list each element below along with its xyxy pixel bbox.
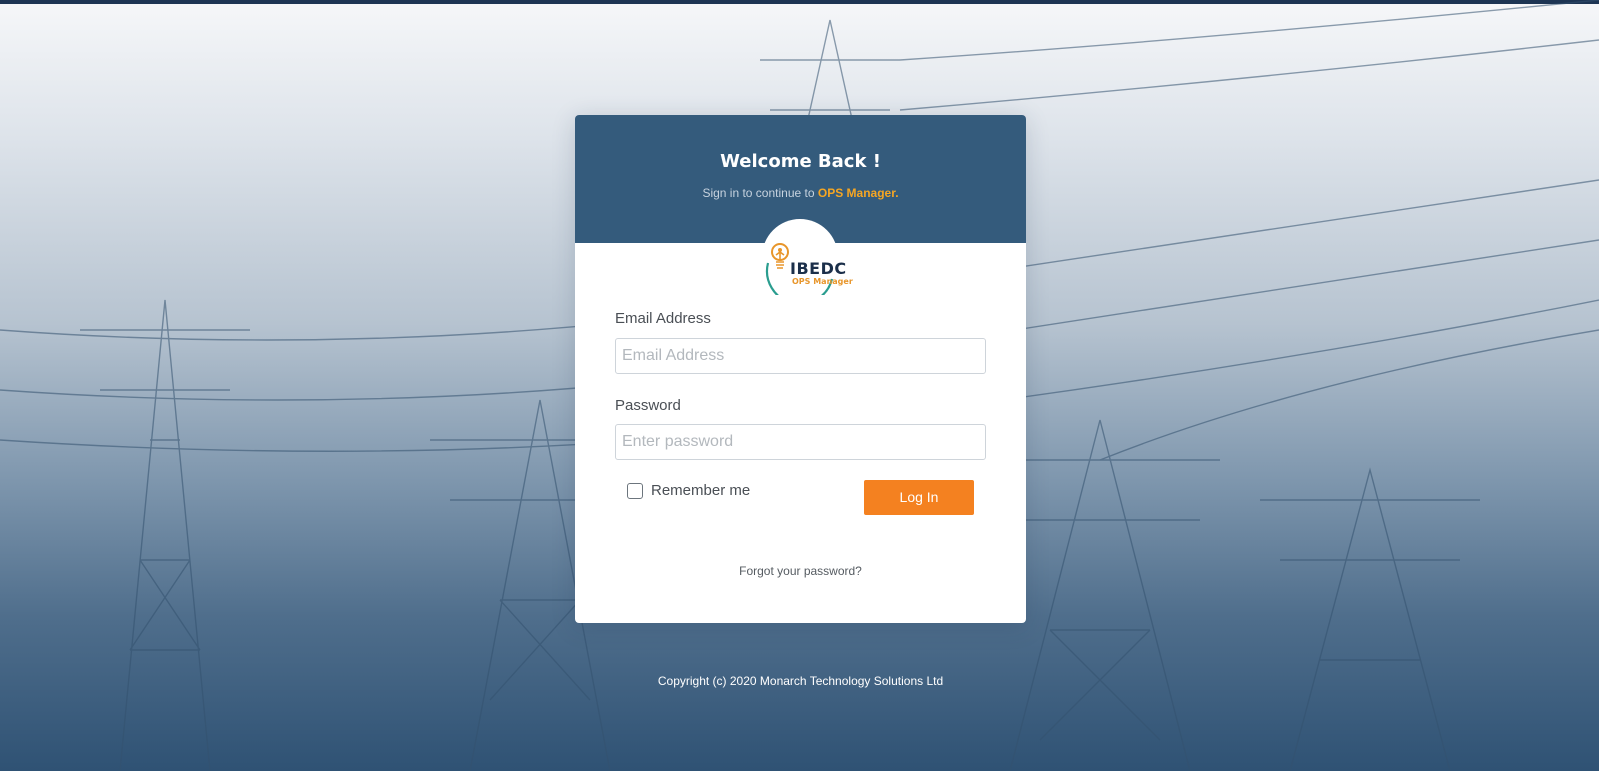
welcome-title: Welcome Back ! [720,151,881,172]
email-label: Email Address [615,310,711,327]
logo-name: IBEDC [790,259,847,278]
login-card: Welcome Back ! Sign in to continue to OP… [575,115,1026,623]
password-field[interactable] [615,424,986,460]
copyright-text: Copyright (c) 2020 Monarch Technology So… [657,674,944,688]
password-label: Password [615,397,681,414]
logo: IBEDC OPS Manager [762,219,853,295]
remember-me-label[interactable]: Remember me [651,482,750,499]
email-field[interactable] [615,338,986,374]
forgot-password-link[interactable]: Forgot your password? [575,564,1026,578]
login-button[interactable]: Log In [864,480,974,515]
remember-me-checkbox[interactable] [627,483,643,499]
logo-subtitle: OPS Manager [792,277,853,286]
subtitle-prefix: Sign in to continue to [702,186,818,200]
subtitle-brand: OPS Manager. [817,186,899,200]
welcome-subtitle: Sign in to continue to OPS Manager. [575,186,1026,200]
